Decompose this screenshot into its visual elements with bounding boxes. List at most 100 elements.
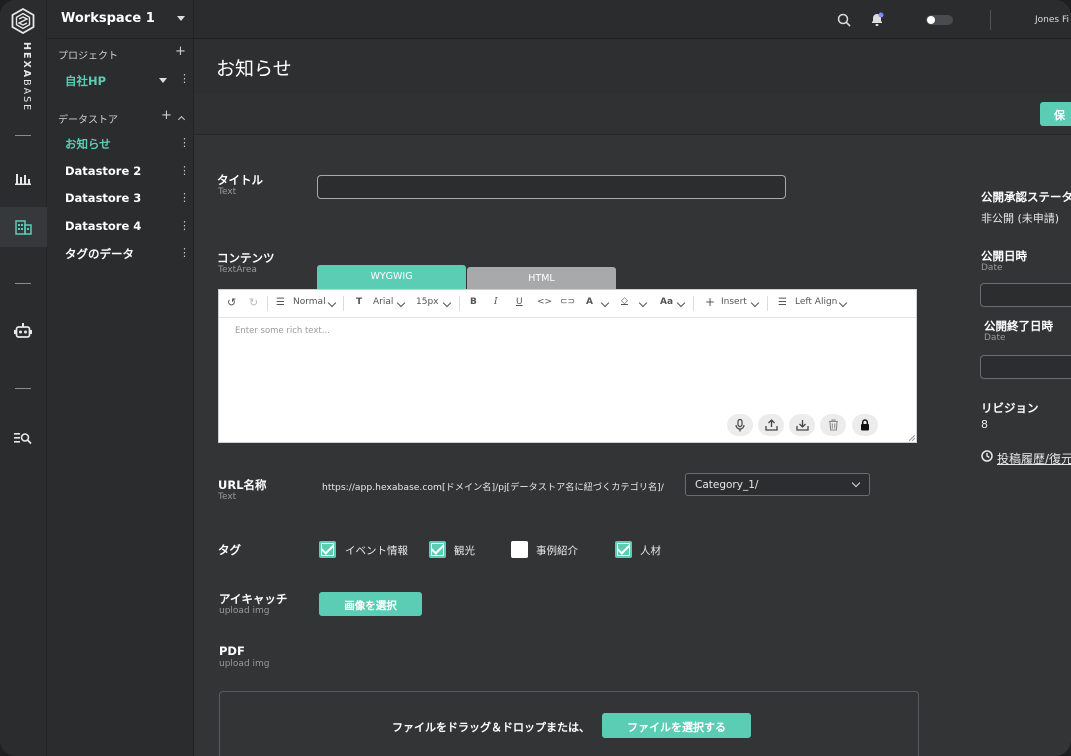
chevron-down-icon[interactable] (442, 298, 452, 308)
theme-toggle[interactable] (926, 15, 953, 25)
editor-toolbar: ↺ ↻ ☰ Normal T Arial 15px B I U <> ⊂⊃ A … (219, 290, 916, 318)
tag-checkbox[interactable] (615, 541, 632, 558)
title-label: タイトル (217, 173, 263, 187)
editor-placeholder: Enter some rich text... (235, 326, 330, 336)
resize-handle-icon[interactable] (909, 435, 915, 441)
text-color-icon[interactable]: A (586, 297, 593, 307)
bell-icon[interactable] (870, 12, 884, 27)
font-family-select[interactable]: Arial (373, 297, 393, 307)
publish-date-input[interactable] (980, 283, 1071, 307)
revision-history-link[interactable]: 投稿履歴/復元 (997, 450, 1071, 467)
sidebar-item-datastore[interactable]: お知らせ (65, 136, 111, 152)
end-date-type: Date (984, 333, 1006, 343)
chevron-down-icon[interactable] (327, 298, 337, 308)
plus-icon: + (705, 295, 716, 309)
more-icon[interactable]: ⋮ (179, 247, 190, 258)
robot-icon[interactable] (12, 320, 34, 342)
code-icon[interactable]: <> (537, 297, 552, 307)
tags-label: タグ (218, 543, 241, 557)
trash-icon[interactable] (820, 414, 846, 436)
dropzone-text: ファイルをドラッグ＆ドロップまたは、 (392, 721, 590, 734)
sidebar-item-project[interactable]: 自社HP (65, 73, 106, 89)
chevron-down-icon[interactable] (838, 298, 848, 308)
publish-date-type: Date (981, 263, 1003, 273)
tab-wysiwyg[interactable]: WYGWIG (317, 265, 466, 289)
font-icon: T (356, 297, 363, 307)
tag-checkbox[interactable] (511, 541, 528, 558)
toolbar-divider (459, 296, 460, 311)
more-icon[interactable]: ⋮ (179, 165, 190, 176)
title-input[interactable] (317, 175, 786, 199)
microphone-icon[interactable] (727, 414, 753, 436)
content-type: TextArea (218, 265, 257, 275)
select-file-button[interactable]: ファイルを選択する (602, 713, 751, 738)
page-header: お知らせ (194, 39, 1071, 94)
toolbar-divider (693, 296, 694, 311)
sidebar: Workspace 1 プロジェクト + 自社HP ⋮ データストア + お知ら… (47, 0, 194, 756)
underline-icon[interactable]: U (516, 297, 523, 307)
brand-wordmark: HEXABASE (21, 42, 32, 113)
add-datastore-icon[interactable]: + (161, 108, 172, 123)
tab-html[interactable]: HTML (467, 267, 616, 289)
pdf-label: PDF (219, 644, 245, 658)
search-icon[interactable] (837, 13, 851, 27)
block-style-select[interactable]: Normal (293, 297, 326, 307)
chevron-down-icon[interactable] (159, 78, 167, 83)
url-prefix: https://app.hexabase.com[ドメイン名]/pj[データスト… (322, 482, 664, 493)
link-icon[interactable]: ⊂⊃ (560, 297, 575, 307)
action-bar: 保 (194, 94, 1071, 135)
chevron-down-icon[interactable] (396, 298, 406, 308)
text-case-select[interactable]: Aa (660, 297, 673, 307)
revision-label: リビジョン (981, 401, 1039, 415)
save-button[interactable]: 保 (1040, 102, 1071, 126)
datastore-section-header: データストア (58, 115, 118, 126)
font-size-select[interactable]: 15px (416, 297, 439, 307)
more-icon[interactable]: ⋮ (179, 220, 190, 231)
undo-icon[interactable]: ↺ (227, 296, 236, 309)
workspace-selector[interactable]: Workspace 1 (47, 0, 194, 39)
add-project-icon[interactable]: + (175, 44, 186, 59)
chevron-down-icon[interactable] (600, 298, 610, 308)
tag-label: 人材 (640, 545, 661, 557)
hexabase-logo-icon[interactable] (11, 8, 35, 34)
redo-icon[interactable]: ↻ (249, 296, 258, 309)
icon-rail: HEXABASE (0, 0, 47, 756)
more-icon[interactable]: ⋮ (179, 73, 190, 84)
insert-select[interactable]: Insert (721, 297, 747, 307)
bold-icon[interactable]: B (470, 297, 477, 307)
revision-value: 8 (981, 418, 988, 431)
chevron-up-icon[interactable] (177, 115, 186, 124)
highlight-icon[interactable]: ◇ (621, 296, 628, 306)
toolbar-divider (767, 296, 768, 311)
end-date-input[interactable] (980, 355, 1071, 379)
sidebar-item-datastore[interactable]: Datastore 3 (65, 191, 141, 205)
more-icon[interactable]: ⋮ (179, 192, 190, 203)
chevron-down-icon (851, 478, 861, 488)
toolbar-divider (267, 296, 268, 311)
select-image-button[interactable]: 画像を選択 (319, 592, 422, 616)
search-list-icon[interactable] (12, 427, 34, 449)
category-select[interactable]: Category_1/ (685, 473, 870, 496)
top-bar: Jones Fi (194, 0, 1071, 39)
tag-checkbox[interactable] (319, 541, 336, 558)
align-select[interactable]: Left Align (795, 297, 837, 307)
chart-icon[interactable] (12, 167, 34, 189)
rich-text-editor[interactable]: ↺ ↻ ☰ Normal T Arial 15px B I U <> ⊂⊃ A … (218, 289, 917, 443)
sidebar-item-datastore[interactable]: タグのデータ (65, 246, 134, 262)
chevron-down-icon[interactable] (676, 298, 686, 308)
rail-divider (15, 283, 31, 284)
chevron-down-icon[interactable] (638, 298, 648, 308)
datastore-icon[interactable] (12, 216, 34, 238)
user-name[interactable]: Jones Fi (1035, 15, 1069, 25)
rail-divider (15, 388, 31, 389)
download-icon[interactable] (789, 414, 815, 436)
sidebar-item-datastore[interactable]: Datastore 2 (65, 164, 141, 178)
upload-icon[interactable] (758, 414, 784, 436)
italic-icon[interactable]: I (494, 297, 498, 307)
sidebar-item-datastore[interactable]: Datastore 4 (65, 219, 141, 233)
tag-checkbox[interactable] (429, 541, 446, 558)
toggle-knob (927, 16, 935, 24)
lock-icon[interactable] (852, 414, 878, 436)
more-icon[interactable]: ⋮ (179, 137, 190, 148)
chevron-down-icon[interactable] (750, 298, 760, 308)
